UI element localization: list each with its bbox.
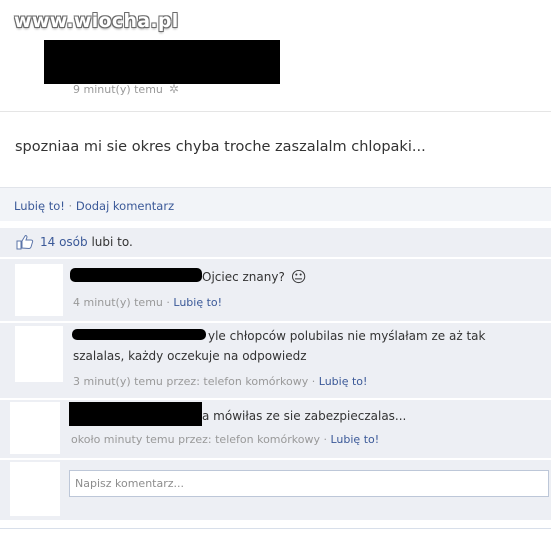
comment-text: yle chłopców polubilas nie myślałam ze a… <box>208 329 486 343</box>
separator: · <box>68 199 73 213</box>
comment-time: 4 minut(y) temu <box>73 296 163 309</box>
comment-meta: około minuty temu przez: telefon komórko… <box>71 433 379 446</box>
emoji-face-icon: 😐 <box>290 268 307 286</box>
like-link[interactable]: Lubię to! <box>14 199 65 213</box>
watermark-logo: www.wiocha.pl <box>14 10 179 32</box>
thumbs-up-icon <box>16 234 34 250</box>
comment-item: yle chłopców polubilas nie myślałam ze a… <box>0 323 551 399</box>
comment-meta: 3 minut(y) temu przez: telefon komórkowy… <box>73 375 367 388</box>
comment-input[interactable]: Napisz komentarz... <box>69 470 549 497</box>
gear-icon[interactable]: ✲ <box>169 82 179 96</box>
comment-text: Ojciec znany? 😐 <box>202 268 307 286</box>
comment-time: 3 minut(y) temu przez: telefon komórkowy <box>73 375 309 388</box>
separator: · <box>311 375 316 388</box>
comment-like-link[interactable]: Lubię to! <box>319 375 368 388</box>
comment-meta: 4 minut(y) temu · Lubię to! <box>73 296 222 309</box>
likes-suffix: lubi to. <box>91 235 133 249</box>
redacted-commenter-name <box>70 268 202 282</box>
comment-text-line2: szalalas, każdy oczekuje na odpowiedz <box>73 349 307 363</box>
avatar[interactable] <box>15 326 63 382</box>
redacted-author-name <box>44 40 280 84</box>
comment-like-link[interactable]: Lubię to! <box>173 296 222 309</box>
post-actions-bar: Lubię to! · Dodaj komentarz <box>0 187 551 221</box>
status-text: spozniaa mi sie okres chyba troche zasza… <box>15 139 426 155</box>
post-time: 9 minut(y) temu <box>73 82 163 96</box>
comment-composer: Napisz komentarz... <box>0 460 551 520</box>
post-meta: 9 minut(y) temu ✲ <box>73 82 179 96</box>
comment-text: a mówiłas ze sie zabezpieczalas... <box>202 409 407 423</box>
add-comment-link[interactable]: Dodaj komentarz <box>76 199 174 213</box>
comment-time: około minuty temu przez: telefon komórko… <box>71 433 320 446</box>
comment-item: a mówiłas ze sie zabezpieczalas... około… <box>0 400 551 459</box>
avatar[interactable] <box>10 402 60 454</box>
footer-divider <box>0 528 551 529</box>
redacted-commenter-name <box>72 329 206 340</box>
separator: · <box>166 296 170 309</box>
header-divider <box>0 111 551 112</box>
comment-item: Ojciec znany? 😐 4 minut(y) temu · Lubię … <box>0 259 551 322</box>
comment-like-link[interactable]: Lubię to! <box>330 433 379 446</box>
avatar <box>10 462 60 516</box>
likes-count-link[interactable]: 14 osób <box>40 235 88 249</box>
redacted-commenter-name <box>69 402 202 426</box>
avatar[interactable] <box>15 264 63 316</box>
likes-row: 14 osób lubi to. <box>0 228 551 258</box>
separator: · <box>323 433 327 446</box>
